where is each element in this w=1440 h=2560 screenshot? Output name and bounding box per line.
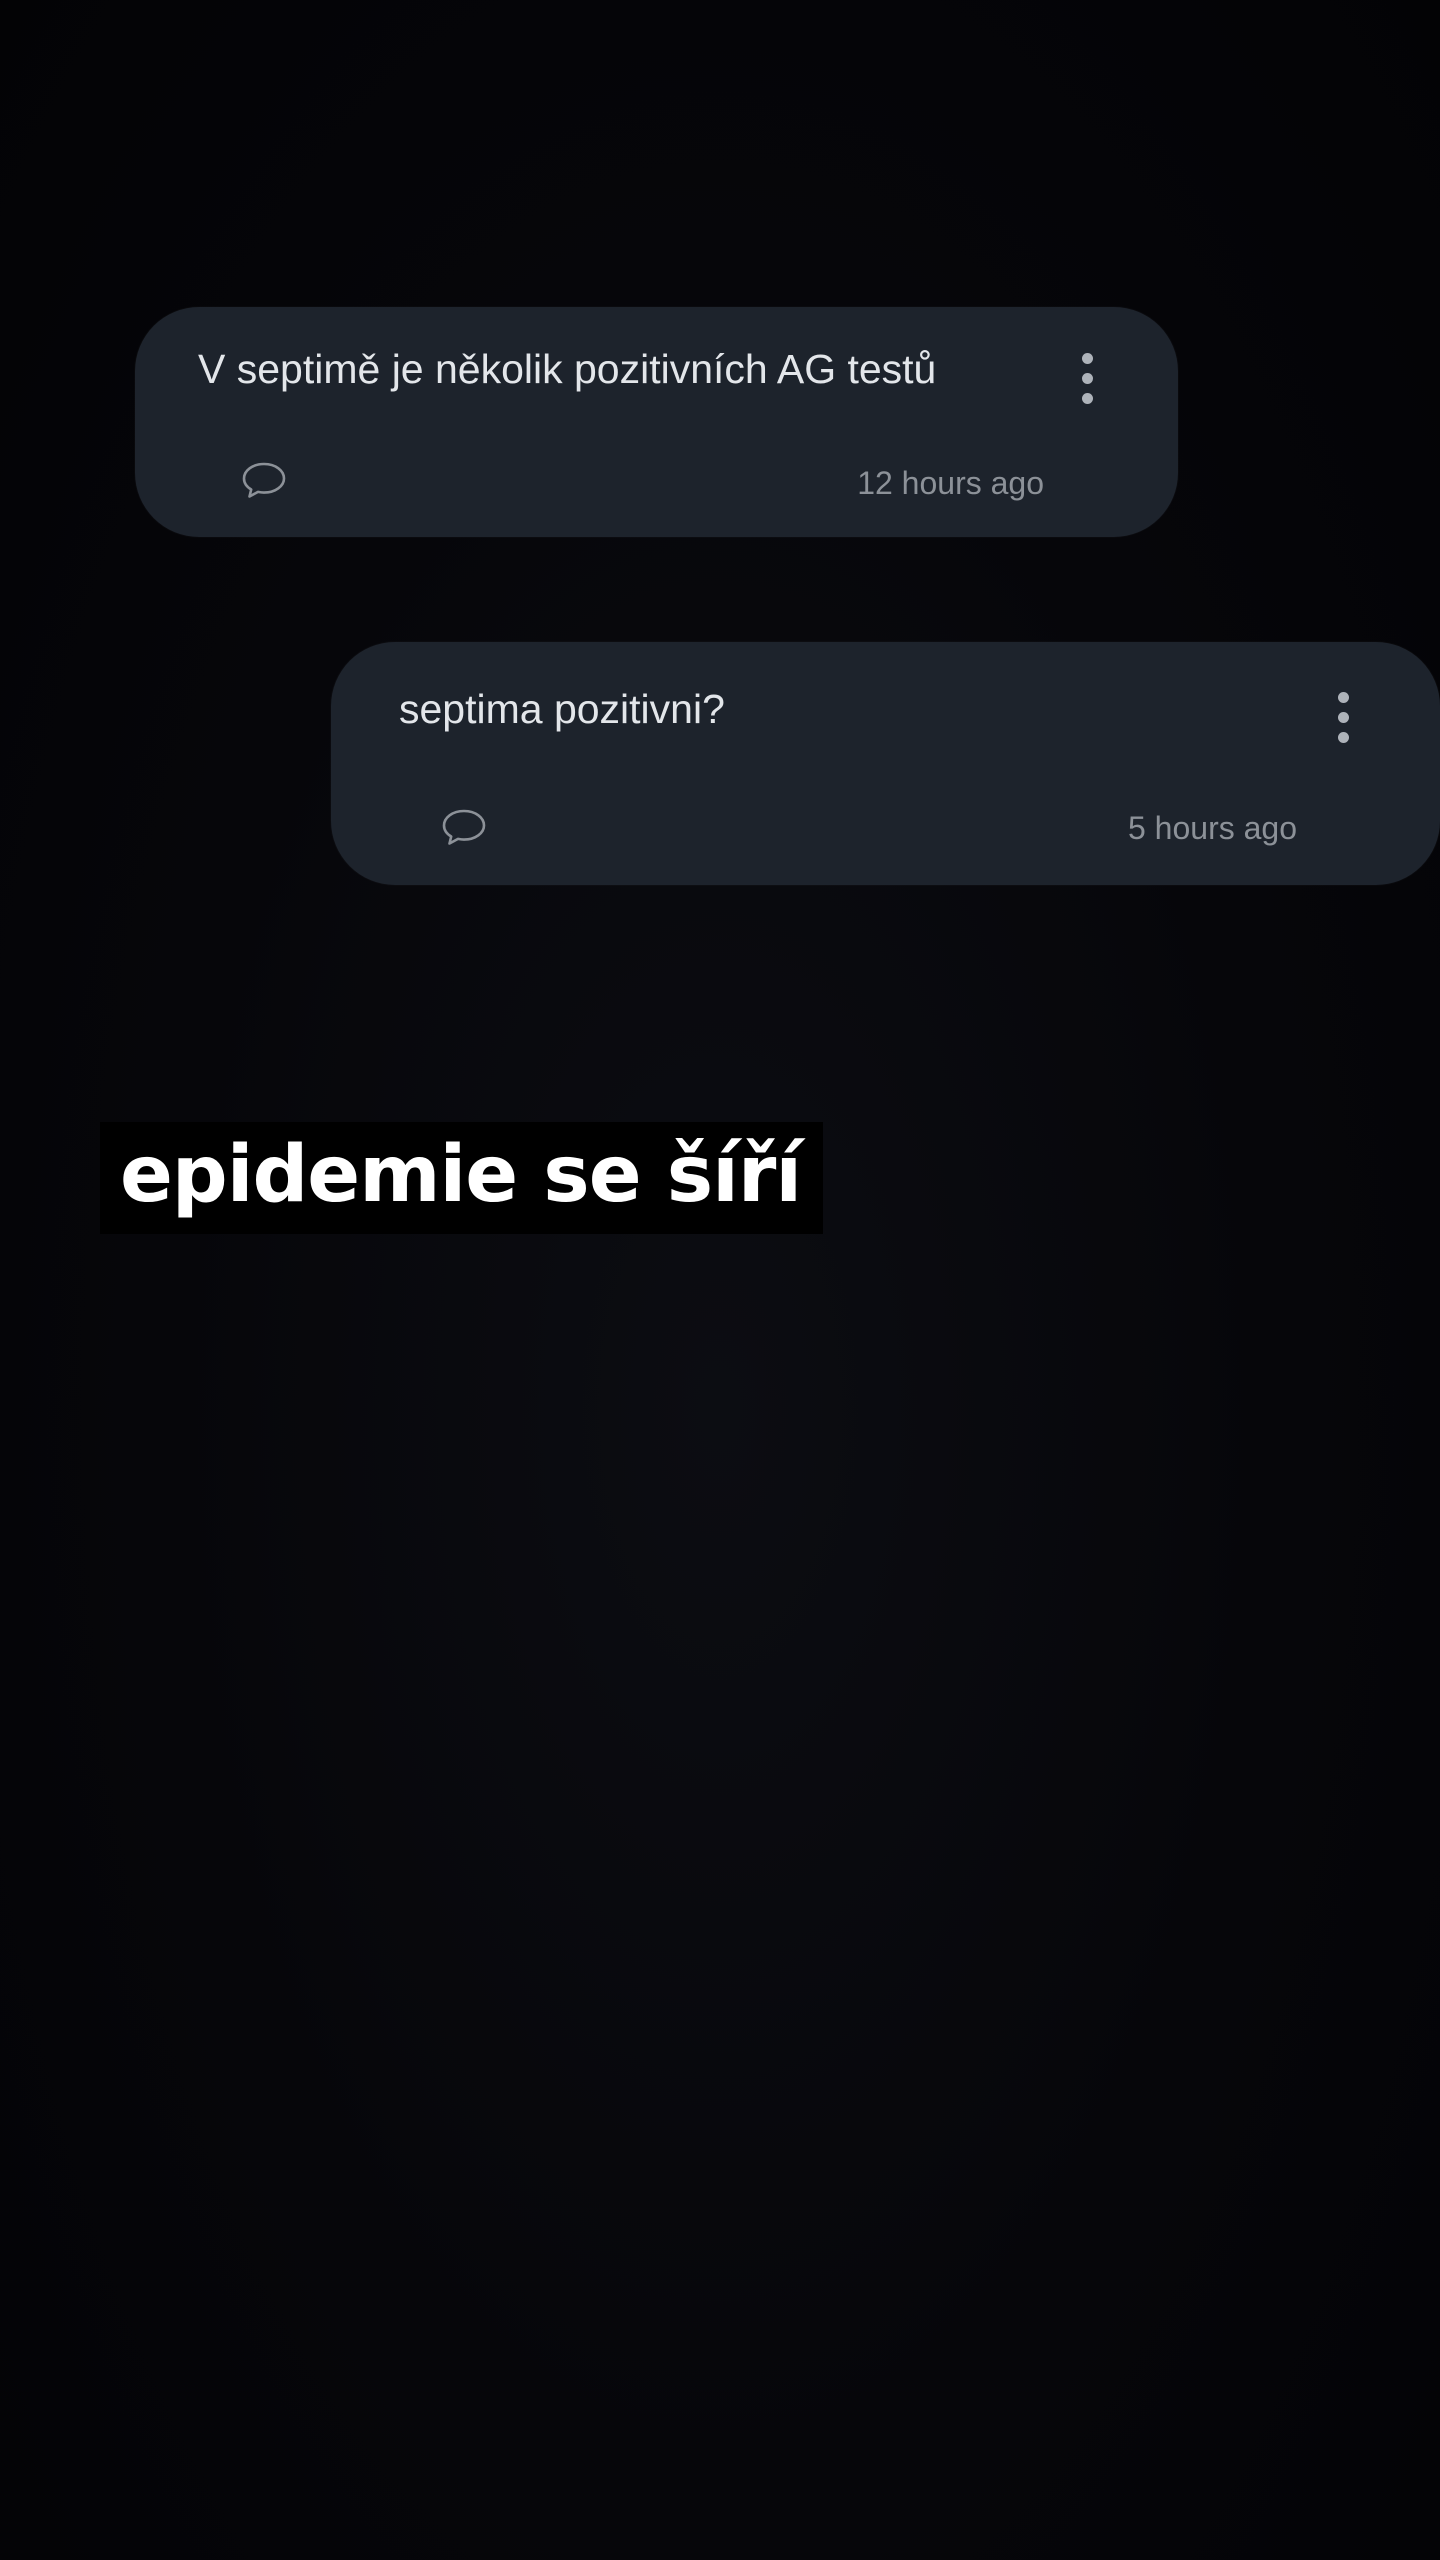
post-timestamp: 12 hours ago — [857, 465, 1044, 501]
post-text: V septimě je několik pozitivních AG test… — [198, 346, 937, 392]
menu-dot — [1081, 392, 1093, 404]
more-vertical-icon[interactable] — [1067, 343, 1107, 413]
comment-bubble-icon[interactable] — [440, 806, 488, 848]
menu-dot — [1337, 731, 1349, 743]
menu-dot — [1081, 352, 1093, 364]
caption-overlay: epidemie se šíří — [100, 1122, 824, 1234]
post-card[interactable]: V septimě je několik pozitivních AG test… — [135, 307, 1178, 537]
post-card[interactable]: septima pozitivni? 5 hours ago — [331, 642, 1440, 885]
more-vertical-icon[interactable] — [1323, 682, 1363, 752]
menu-dot — [1081, 372, 1093, 384]
post-text: septima pozitivni? — [399, 686, 725, 732]
comment-bubble-icon[interactable] — [240, 459, 288, 501]
menu-dot — [1337, 691, 1349, 703]
post-timestamp: 5 hours ago — [1127, 810, 1297, 846]
menu-dot — [1337, 711, 1349, 723]
